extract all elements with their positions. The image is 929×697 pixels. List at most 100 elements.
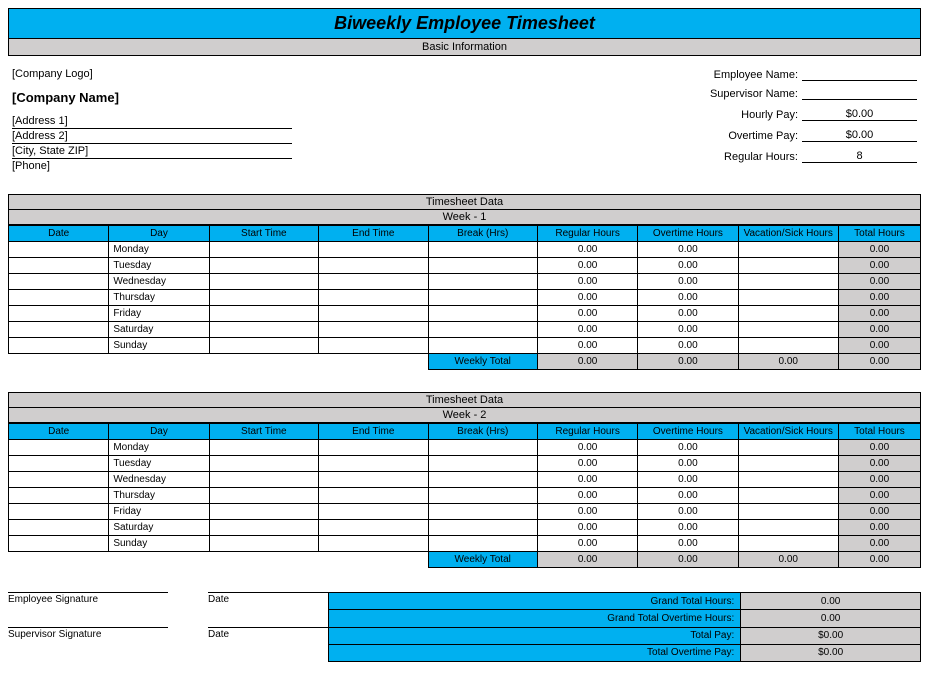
date-cell[interactable] — [9, 520, 109, 536]
start-cell[interactable] — [209, 456, 318, 472]
total-cell: 0.00 — [838, 504, 920, 520]
date-cell[interactable] — [9, 290, 109, 306]
city-state-zip[interactable]: [City, State ZIP] — [12, 145, 292, 159]
supervisor-date-line[interactable]: Date — [208, 627, 328, 640]
vacation-cell[interactable] — [738, 488, 838, 504]
vacation-cell[interactable] — [738, 504, 838, 520]
col-overtime: Overtime Hours — [638, 226, 738, 242]
vacation-cell[interactable] — [738, 520, 838, 536]
vacation-cell[interactable] — [738, 440, 838, 456]
hourly-pay-field[interactable]: $0.00 — [802, 108, 917, 121]
date-cell[interactable] — [9, 306, 109, 322]
weekly-overtime-total: 0.00 — [638, 354, 738, 370]
end-cell[interactable] — [319, 472, 428, 488]
date-cell[interactable] — [9, 258, 109, 274]
end-cell[interactable] — [319, 290, 428, 306]
end-cell[interactable] — [319, 520, 428, 536]
date-cell[interactable] — [9, 338, 109, 354]
regular-cell: 0.00 — [537, 536, 637, 552]
start-cell[interactable] — [209, 504, 318, 520]
end-cell[interactable] — [319, 274, 428, 290]
weekly-grand-total: 0.00 — [838, 354, 920, 370]
end-cell[interactable] — [319, 322, 428, 338]
break-cell[interactable] — [428, 504, 537, 520]
date-cell[interactable] — [9, 472, 109, 488]
address-1[interactable]: [Address 1] — [12, 115, 292, 129]
date-cell[interactable] — [9, 242, 109, 258]
start-cell[interactable] — [209, 258, 318, 274]
employee-date-line[interactable]: Date — [208, 592, 328, 605]
vacation-cell[interactable] — [738, 306, 838, 322]
break-cell[interactable] — [428, 472, 537, 488]
end-cell[interactable] — [319, 258, 428, 274]
end-cell[interactable] — [319, 504, 428, 520]
total-cell: 0.00 — [838, 242, 920, 258]
total-pay-label: Total Pay: — [329, 627, 741, 644]
col-day: Day — [109, 226, 209, 242]
vacation-cell[interactable] — [738, 258, 838, 274]
vacation-cell[interactable] — [738, 472, 838, 488]
date-cell[interactable] — [9, 274, 109, 290]
start-cell[interactable] — [209, 440, 318, 456]
date-cell[interactable] — [9, 440, 109, 456]
break-cell[interactable] — [428, 338, 537, 354]
end-cell[interactable] — [319, 306, 428, 322]
start-cell[interactable] — [209, 488, 318, 504]
start-cell[interactable] — [209, 290, 318, 306]
start-cell[interactable] — [209, 536, 318, 552]
date-cell[interactable] — [9, 504, 109, 520]
start-cell[interactable] — [209, 306, 318, 322]
end-cell[interactable] — [319, 242, 428, 258]
start-cell[interactable] — [209, 338, 318, 354]
address-2[interactable]: [Address 2] — [12, 130, 292, 144]
overtime-pay-field[interactable]: $0.00 — [802, 129, 917, 142]
supervisor-name-field[interactable] — [802, 87, 917, 100]
date-cell[interactable] — [9, 488, 109, 504]
col-end: End Time — [319, 226, 428, 242]
regular-cell: 0.00 — [537, 242, 637, 258]
day-cell: Monday — [109, 242, 209, 258]
break-cell[interactable] — [428, 242, 537, 258]
regular-cell: 0.00 — [537, 520, 637, 536]
vacation-cell[interactable] — [738, 322, 838, 338]
end-cell[interactable] — [319, 456, 428, 472]
start-cell[interactable] — [209, 274, 318, 290]
vacation-cell[interactable] — [738, 338, 838, 354]
break-cell[interactable] — [428, 520, 537, 536]
start-cell[interactable] — [209, 520, 318, 536]
break-cell[interactable] — [428, 456, 537, 472]
start-cell[interactable] — [209, 322, 318, 338]
break-cell[interactable] — [428, 440, 537, 456]
date-cell[interactable] — [9, 456, 109, 472]
break-cell[interactable] — [428, 322, 537, 338]
vacation-cell[interactable] — [738, 456, 838, 472]
total-cell: 0.00 — [838, 338, 920, 354]
end-cell[interactable] — [319, 440, 428, 456]
regular-hours-field[interactable]: 8 — [802, 150, 917, 163]
break-cell[interactable] — [428, 274, 537, 290]
vacation-cell[interactable] — [738, 274, 838, 290]
employee-signature-line[interactable]: Employee Signature — [8, 592, 168, 605]
vacation-cell[interactable] — [738, 290, 838, 306]
supervisor-signature-line[interactable]: Supervisor Signature — [8, 627, 168, 640]
end-cell[interactable] — [319, 338, 428, 354]
date-cell[interactable] — [9, 322, 109, 338]
break-cell[interactable] — [428, 290, 537, 306]
start-cell[interactable] — [209, 472, 318, 488]
vacation-cell[interactable] — [738, 242, 838, 258]
break-cell[interactable] — [428, 488, 537, 504]
date-cell[interactable] — [9, 536, 109, 552]
break-cell[interactable] — [428, 536, 537, 552]
end-cell[interactable] — [319, 488, 428, 504]
break-cell[interactable] — [428, 306, 537, 322]
end-cell[interactable] — [319, 536, 428, 552]
break-cell[interactable] — [428, 258, 537, 274]
vacation-cell[interactable] — [738, 536, 838, 552]
week2-header-row: Date Day Start Time End Time Break (Hrs)… — [9, 424, 921, 440]
week1-header-row: Date Day Start Time End Time Break (Hrs)… — [9, 226, 921, 242]
signature-block: Employee Signature Date Supervisor Signa… — [8, 592, 328, 662]
total-cell: 0.00 — [838, 536, 920, 552]
employee-name-field[interactable] — [802, 68, 917, 81]
start-cell[interactable] — [209, 242, 318, 258]
day-cell: Saturday — [109, 322, 209, 338]
